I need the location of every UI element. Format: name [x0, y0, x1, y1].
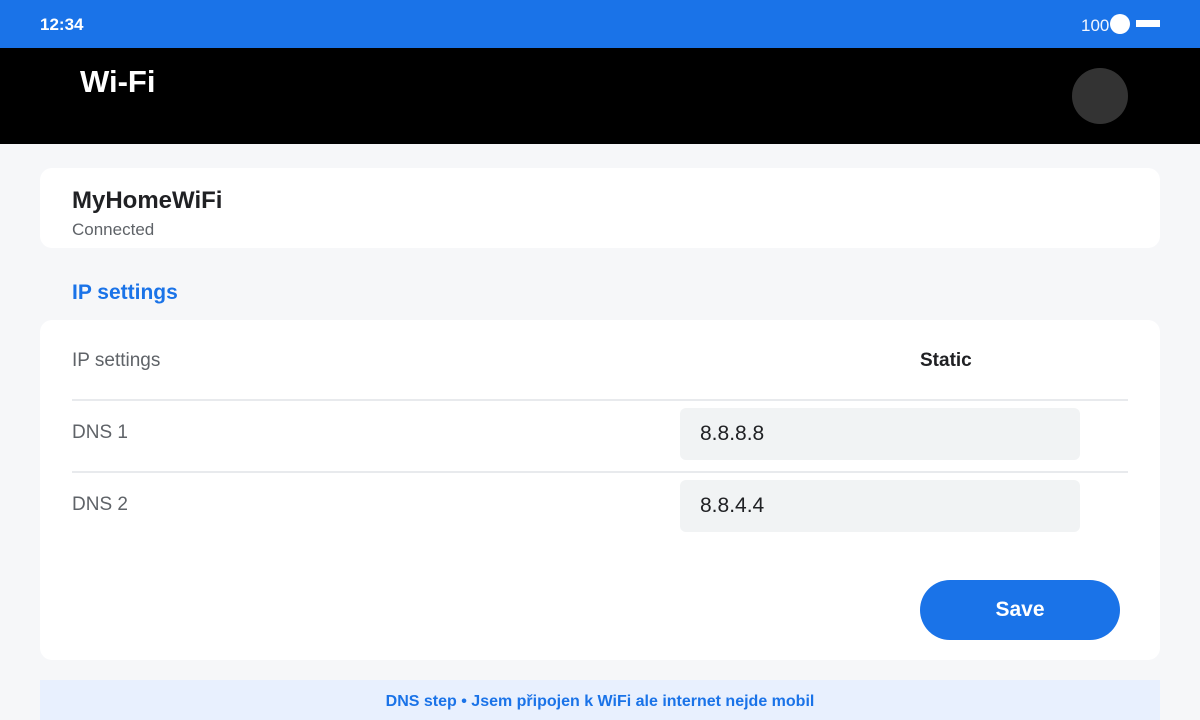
app-bar: Wi-Fi — [0, 48, 1200, 144]
signal-icon — [1136, 20, 1160, 27]
save-button[interactable]: Save — [920, 580, 1120, 640]
network-name: MyHomeWiFi — [72, 187, 223, 214]
page-title: Wi-Fi — [80, 64, 156, 99]
dns2-input[interactable] — [680, 480, 1080, 532]
battery-level: 100 — [1081, 16, 1110, 35]
network-card: MyHomeWiFi Connected — [40, 168, 1160, 248]
status-bar: 12:34 100 — [0, 0, 1200, 48]
dns1-input[interactable] — [680, 408, 1080, 460]
section-heading: IP settings — [72, 281, 178, 304]
footer-banner: DNS step • Jsem připojen k WiFi ale inte… — [40, 680, 1160, 720]
divider — [72, 471, 1128, 473]
divider — [72, 399, 1128, 401]
ip-settings-card: IP settings Static DNS 1 DNS 2 Save — [40, 320, 1160, 660]
network-status: Connected — [72, 220, 155, 239]
avatar[interactable] — [1072, 68, 1128, 124]
ip-settings-dropdown[interactable]: Static — [920, 350, 972, 372]
ip-settings-label: IP settings — [72, 350, 161, 371]
dns2-label: DNS 2 — [72, 494, 128, 515]
status-time: 12:34 — [40, 15, 84, 34]
dns1-label: DNS 1 — [72, 422, 128, 443]
battery-icon — [1110, 14, 1130, 34]
